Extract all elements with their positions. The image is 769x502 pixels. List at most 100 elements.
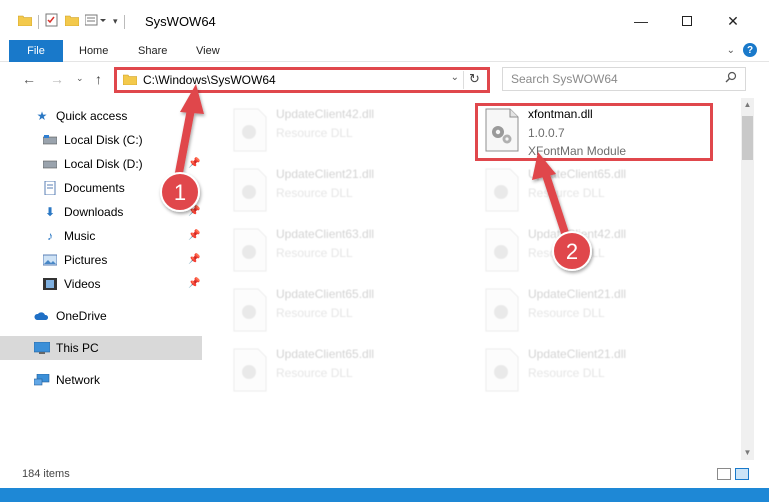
sidebar-item-label: Music	[64, 229, 96, 243]
drive-icon	[42, 157, 58, 171]
sidebar-item-onedrive[interactable]: OneDrive	[34, 304, 107, 328]
file-name: UpdateClient21.dll	[528, 287, 627, 301]
file-tile[interactable]: UpdateClient65.dll Resource DLL	[226, 282, 456, 340]
sidebar-item-local-disk-c[interactable]: Local Disk (C:)	[42, 128, 143, 152]
file-description: Resource DLL	[276, 126, 353, 140]
file-tile[interactable]: UpdateClient21.dll Resource DLL	[226, 162, 456, 220]
pin-icon[interactable]: 📌	[188, 230, 200, 241]
dll-file-icon	[233, 348, 267, 392]
recent-locations-icon[interactable]: ⌄	[76, 73, 84, 84]
sidebar-item-videos[interactable]: Videos	[42, 272, 100, 296]
help-icon[interactable]: ?	[743, 43, 757, 57]
minimize-button[interactable]: —	[626, 8, 656, 34]
cloud-icon	[34, 309, 50, 323]
dll-file-icon	[233, 288, 267, 332]
file-name: UpdateClient65.dll	[528, 167, 627, 181]
file-tile[interactable]: UpdateClient42.dll Resource DLL	[478, 222, 708, 280]
documents-icon	[42, 181, 58, 195]
sidebar-item-label: Local Disk (D:)	[64, 157, 143, 171]
sidebar-item-label: Quick access	[56, 109, 128, 123]
dll-file-icon	[485, 168, 519, 212]
sidebar-item-label: Pictures	[64, 253, 108, 267]
dll-file-icon	[233, 168, 267, 212]
chevron-down-icon[interactable]: ▾	[113, 16, 118, 27]
file-description: Resource DLL	[528, 186, 605, 200]
sidebar-item-documents[interactable]: Documents	[42, 176, 125, 200]
scroll-down-icon[interactable]: ▼	[741, 446, 754, 460]
details-view-icon[interactable]	[717, 468, 731, 480]
file-name: UpdateClient65.dll	[276, 287, 375, 301]
address-bar[interactable]: C:\Windows\SysWOW64 ⌄ ↻	[114, 67, 490, 93]
sidebar-item-local-disk-d[interactable]: Local Disk (D:)	[42, 152, 143, 176]
sidebar-item-downloads[interactable]: ⬇ Downloads	[42, 200, 123, 224]
refresh-icon[interactable]: ↻	[463, 71, 485, 89]
downloads-icon: ⬇	[44, 205, 56, 219]
scrollbar-thumb[interactable]	[742, 116, 753, 160]
file-description: Resource DLL	[528, 366, 605, 380]
file-name: UpdateClient21.dll	[276, 167, 375, 181]
dll-file-icon	[485, 228, 519, 272]
dll-file-icon	[233, 228, 267, 272]
sidebar-item-this-pc[interactable]: This PC	[0, 336, 202, 360]
file-description: Resource DLL	[276, 186, 353, 200]
properties-icon[interactable]	[45, 13, 59, 30]
divider	[38, 14, 39, 29]
maximize-icon	[682, 16, 692, 26]
file-name: UpdateClient42.dll	[276, 107, 375, 121]
new-folder-icon[interactable]	[64, 14, 80, 29]
status-bar: 184 items	[0, 460, 769, 488]
vertical-scrollbar[interactable]: ▲ ▼	[741, 98, 754, 460]
dll-file-icon	[485, 288, 519, 332]
folder-icon	[17, 14, 33, 29]
tiles-view-icon[interactable]	[735, 468, 749, 480]
scroll-up-icon[interactable]: ▲	[741, 98, 754, 112]
ribbon-tabs: File Home Share View ⌄ ?	[0, 40, 769, 62]
pin-icon[interactable]: 📌	[188, 278, 200, 289]
customize-toolbar-icon[interactable]	[84, 14, 107, 29]
maximize-button[interactable]	[672, 8, 702, 34]
file-name: UpdateClient42.dll	[528, 227, 627, 241]
close-button[interactable]: ✕	[718, 8, 748, 34]
tab-file[interactable]: File	[9, 40, 63, 62]
navigation-bar: ← → ⌄ ↑ C:\Windows\SysWOW64 ⌄ ↻ Search S…	[0, 62, 769, 98]
pin-icon[interactable]: 📌	[188, 254, 200, 265]
videos-icon	[42, 277, 58, 291]
sidebar-item-label: Documents	[64, 181, 125, 195]
close-icon: ✕	[727, 12, 739, 29]
file-description: Resource DLL	[528, 306, 605, 320]
sidebar-item-quick-access[interactable]: ★ Quick access	[34, 104, 128, 128]
pictures-icon	[42, 253, 58, 267]
search-icon[interactable]	[725, 71, 737, 86]
up-arrow-icon[interactable]: ↑	[95, 71, 102, 87]
window-title: SysWOW64	[145, 14, 216, 29]
file-tile[interactable]: UpdateClient63.dll Resource DLL	[226, 222, 456, 280]
sidebar-item-music[interactable]: ♪ Music	[42, 224, 95, 248]
forward-arrow-icon[interactable]: →	[50, 71, 64, 87]
folder-icon	[122, 73, 138, 88]
navigation-pane: ★ Quick access Local Disk (C:) Local Dis…	[0, 98, 202, 460]
sidebar-item-label: Local Disk (C:)	[64, 133, 143, 147]
computer-icon	[34, 341, 50, 355]
file-tile[interactable]: UpdateClient65.dll Resource DLL	[478, 162, 708, 220]
file-tile[interactable]: UpdateClient65.dll Resource DLL	[226, 342, 456, 400]
address-path[interactable]: C:\Windows\SysWOW64	[143, 73, 276, 87]
expand-ribbon-icon[interactable]: ⌄	[727, 45, 735, 56]
sidebar-item-pictures[interactable]: Pictures	[42, 248, 107, 272]
file-tile[interactable]: UpdateClient42.dll Resource DLL	[226, 102, 456, 160]
file-tile[interactable]: UpdateClient21.dll Resource DLL	[478, 342, 708, 400]
dll-file-icon	[233, 108, 267, 152]
pin-icon[interactable]: 📌	[188, 158, 200, 169]
search-input[interactable]: Search SysWOW64	[502, 67, 746, 91]
title-bar: ▾ SysWOW64 — ✕	[0, 0, 769, 40]
minimize-icon: —	[634, 13, 648, 29]
tab-view[interactable]: View	[196, 40, 220, 62]
back-arrow-icon[interactable]: ←	[22, 71, 36, 87]
file-tile[interactable]: UpdateClient21.dll Resource DLL	[478, 282, 708, 340]
music-icon: ♪	[47, 229, 53, 243]
sidebar-item-network[interactable]: Network	[34, 368, 100, 392]
drive-icon	[42, 133, 58, 147]
tab-home[interactable]: Home	[79, 40, 108, 62]
tab-share[interactable]: Share	[138, 40, 167, 62]
chevron-down-icon[interactable]: ⌄	[451, 72, 459, 83]
pin-icon[interactable]: 📌	[188, 206, 200, 217]
